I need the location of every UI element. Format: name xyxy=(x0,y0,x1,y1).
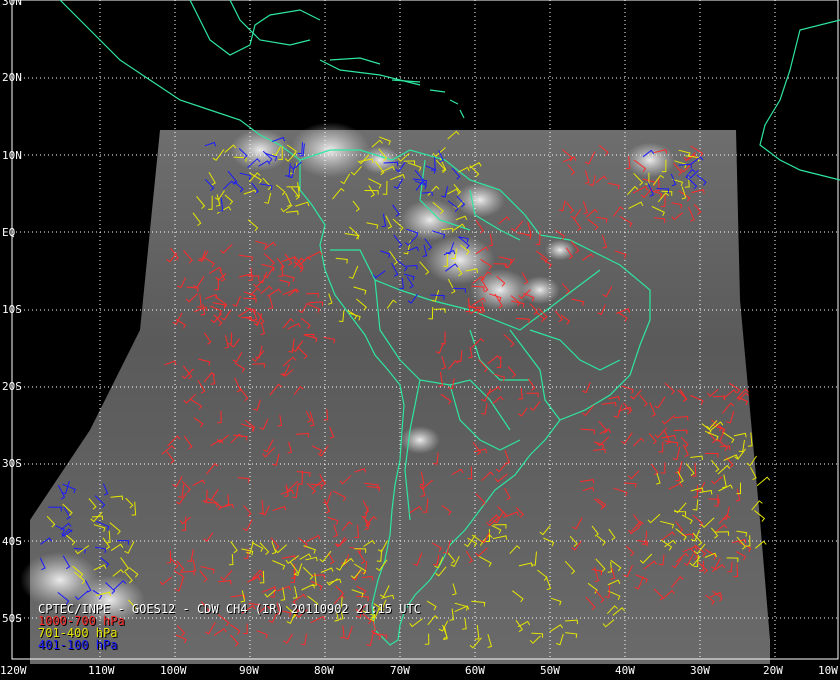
lat-label-50s: 50S xyxy=(2,612,22,625)
lon-label-90w: 90W xyxy=(239,664,259,677)
cloud-mass xyxy=(455,182,505,218)
cloud-mass xyxy=(625,142,675,178)
lat-label-30n: 30N xyxy=(2,0,22,8)
map-legend: CPTEC/INPE - GOES12 - CDW CH4 (IR) 20110… xyxy=(38,603,421,651)
legend-entry-high-level: 401-100 hPa xyxy=(38,638,118,652)
lon-label-20w: 20W xyxy=(763,664,783,677)
lon-label-30w: 30W xyxy=(690,664,710,677)
lon-label-80w: 80W xyxy=(314,664,334,677)
cloud-mass xyxy=(400,199,460,241)
lon-label-60w: 60W xyxy=(465,664,485,677)
lon-label-120w: 120W xyxy=(0,664,27,677)
cloud-mass xyxy=(520,276,560,304)
lon-label-40w: 40W xyxy=(615,664,635,677)
lat-label-30s: 30S xyxy=(2,457,22,470)
lon-label-100w: 100W xyxy=(160,664,187,677)
lon-label-50w: 50W xyxy=(540,664,560,677)
lat-label-40s: 40S xyxy=(2,535,22,548)
lat-label-10n: 10N xyxy=(2,149,22,162)
lat-label-20s: 20S xyxy=(2,380,22,393)
lat-label-eq: EQ xyxy=(2,226,16,239)
lon-label-70w: 70W xyxy=(390,664,410,677)
cloud-mass xyxy=(400,426,440,454)
lat-label-10s: 10S xyxy=(2,303,22,316)
lon-label-110w: 110W xyxy=(88,664,115,677)
lat-label-20n: 20N xyxy=(2,71,22,84)
lon-label-10w: 10W xyxy=(818,664,838,677)
satellite-wind-map xyxy=(0,0,840,680)
